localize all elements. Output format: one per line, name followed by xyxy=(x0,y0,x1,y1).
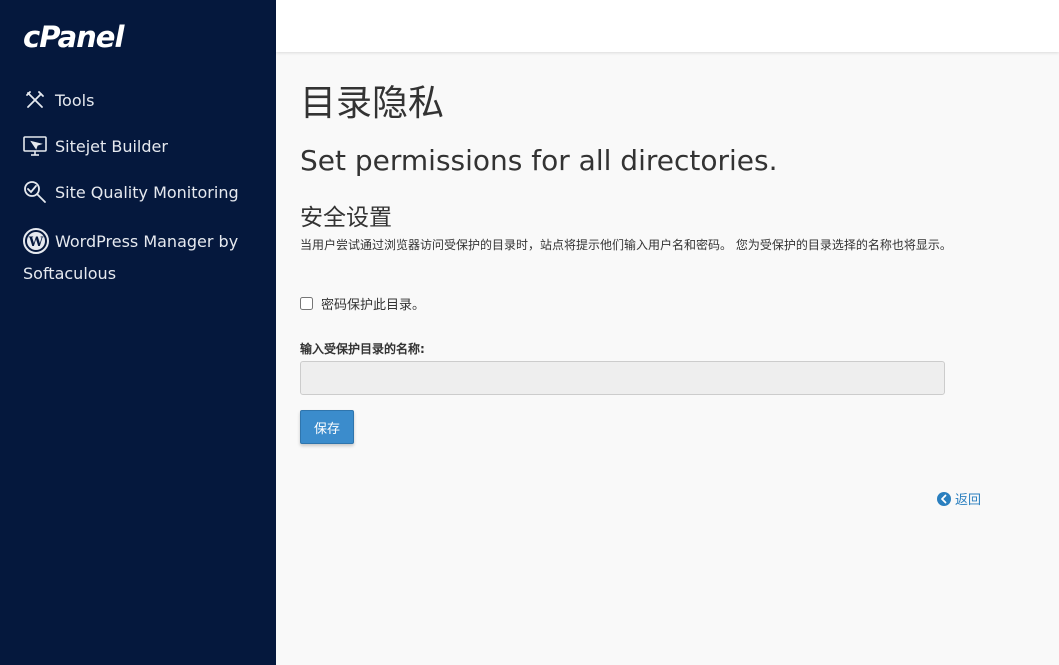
sidebar-item-label: WordPress Manager by Softaculous xyxy=(23,232,239,283)
top-bar xyxy=(276,0,1059,52)
monitor-icon xyxy=(23,134,47,158)
svg-text:W: W xyxy=(28,235,44,250)
arrow-left-circle-icon xyxy=(937,491,951,506)
section-description: 当用户尝试通过浏览器访问受保护的目录时，站点将提示他们输入用户名和密码。 您为受… xyxy=(300,238,952,252)
sidebar-item-site-quality[interactable]: Site Quality Monitoring xyxy=(23,180,239,204)
sidebar-item-tools[interactable]: Tools xyxy=(23,88,94,112)
directory-name-label: 输入受保护目录的名称: xyxy=(300,342,425,356)
save-button[interactable]: 保存 xyxy=(300,410,354,444)
password-protect-checkbox[interactable] xyxy=(300,297,313,310)
sidebar: cPanel Tools Sitejet Builder Site Qualit… xyxy=(0,0,276,665)
wordpress-icon: W xyxy=(23,227,49,254)
sidebar-item-sitejet[interactable]: Sitejet Builder xyxy=(23,134,168,158)
password-protect-label: 密码保护此目录。 xyxy=(321,298,426,313)
sidebar-item-label: Tools xyxy=(55,90,95,110)
section-title: 安全设置 xyxy=(300,205,392,231)
tools-icon xyxy=(23,88,47,112)
sidebar-item-wordpress-manager[interactable]: W WordPress Manager by Softaculous xyxy=(23,226,263,290)
directory-name-input[interactable] xyxy=(300,361,945,395)
sidebar-item-label: Sitejet Builder xyxy=(55,136,168,156)
page-subtitle: Set permissions for all directories. xyxy=(300,144,778,177)
back-label: 返回 xyxy=(955,493,982,508)
password-protect-row[interactable]: 密码保护此目录。 xyxy=(300,294,425,313)
back-link[interactable]: 返回 xyxy=(937,489,981,508)
sidebar-item-label: Site Quality Monitoring xyxy=(55,182,239,202)
cpanel-logo[interactable]: cPanel xyxy=(23,20,124,54)
magnifier-icon xyxy=(23,180,47,204)
page-title: 目录隐私 xyxy=(300,83,445,124)
